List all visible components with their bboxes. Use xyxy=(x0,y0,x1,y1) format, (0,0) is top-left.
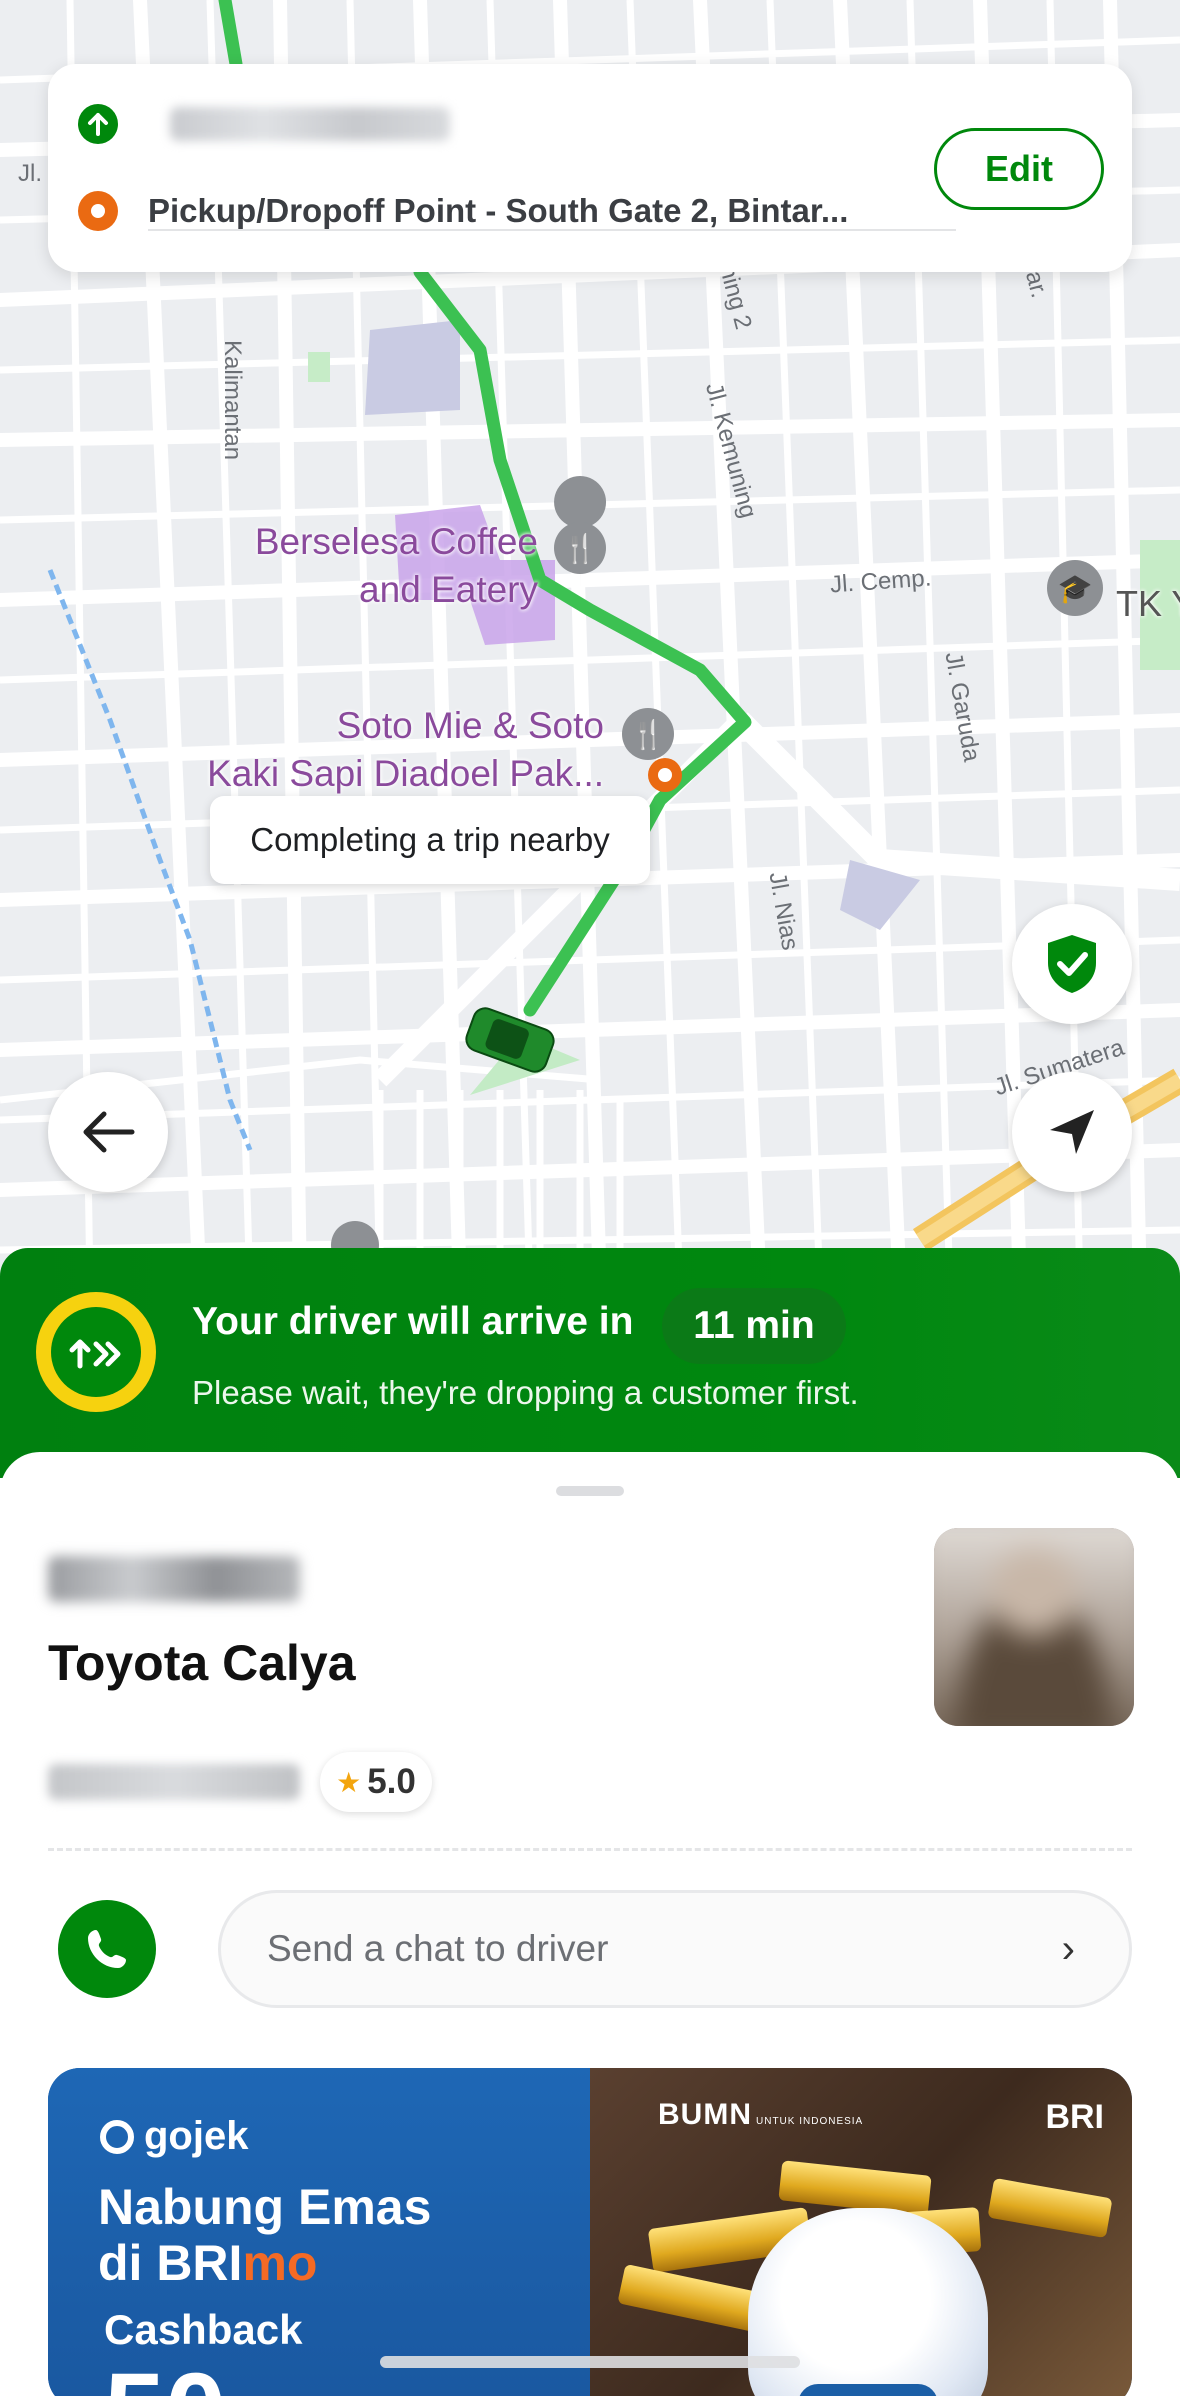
driver-rating-badge: ★ 5.0 xyxy=(320,1752,432,1812)
restaurant-pin-icon: 🍴 xyxy=(622,708,674,760)
gojek-ring-icon xyxy=(100,2119,134,2154)
street-label: Kalimantan xyxy=(219,340,246,461)
dropoff-dot-icon xyxy=(78,191,118,231)
arrow-up-icon xyxy=(78,104,118,144)
pickup-address-blurred xyxy=(170,107,450,141)
chevron-right-icon: › xyxy=(1061,1927,1075,1971)
call-driver-button[interactable] xyxy=(58,1900,156,1998)
school-pin-icon: 🎓 xyxy=(1047,560,1103,616)
trip-status-tooltip: Completing a trip nearby xyxy=(210,796,650,884)
gojek-logo-icon xyxy=(36,1292,156,1412)
back-button[interactable] xyxy=(48,1072,168,1192)
eta-title: Your driver will arrive in xyxy=(192,1300,634,1343)
eta-subtitle: Please wait, they're dropping a customer… xyxy=(192,1374,859,1411)
chat-placeholder: Send a chat to driver xyxy=(267,1928,609,1969)
poi-label-school[interactable]: TK Y xyxy=(1116,580,1180,628)
gojek-brand: gojek xyxy=(100,2114,248,2159)
shield-check-icon xyxy=(1048,935,1096,993)
trip-address-card: Pickup/Dropoff Point - South Gate 2, Bin… xyxy=(48,64,1132,272)
street-label: Jl. xyxy=(18,160,42,187)
driver-avatar[interactable] xyxy=(934,1528,1134,1726)
eta-badge: 11 min xyxy=(662,1288,846,1364)
rating-value: 5.0 xyxy=(367,1762,416,1801)
bumn-logo: BUMN UNTUK INDONESIA xyxy=(658,2098,864,2131)
promo-banner[interactable]: gojek Nabung Emas di BRImo Cashback 50 B… xyxy=(48,2068,1132,2396)
driver-name-blurred xyxy=(48,1764,300,1800)
poi-label-soto[interactable]: Soto Mie & Soto Kaki Sapi Diadoel Pak... xyxy=(207,702,604,798)
poi-label-coffee[interactable]: Berselesa Coffee and Eatery xyxy=(255,518,538,614)
home-indicator[interactable] xyxy=(380,2356,800,2368)
arrow-left-icon xyxy=(83,1111,135,1153)
promo-cashback-amount: 50 xyxy=(104,2358,226,2396)
safety-button[interactable] xyxy=(1012,904,1132,1024)
recenter-button[interactable] xyxy=(1012,1072,1132,1192)
pickup-row[interactable] xyxy=(78,104,450,144)
svg-text:🍴: 🍴 xyxy=(631,718,666,751)
star-icon: ★ xyxy=(336,1766,362,1798)
car-model: Toyota Calya xyxy=(48,1635,356,1691)
svg-text:🎓: 🎓 xyxy=(1058,572,1093,605)
chat-driver-input[interactable]: Send a chat to driver › xyxy=(218,1890,1132,2008)
navigation-arrow-icon xyxy=(1050,1110,1094,1154)
dropoff-address: Pickup/Dropoff Point - South Gate 2, Bin… xyxy=(148,192,849,229)
driver-bottom-sheet[interactable]: Toyota Calya ★ 5.0 Send a chat to driver… xyxy=(0,1452,1180,2396)
dropoff-row[interactable]: Pickup/Dropoff Point - South Gate 2, Bin… xyxy=(78,191,848,231)
license-plate-blurred xyxy=(48,1556,300,1602)
promo-title-line2: di BRImo xyxy=(98,2235,318,2291)
phone-icon xyxy=(88,1930,126,1968)
bri-logo: BRI xyxy=(1045,2098,1104,2136)
map-view[interactable]: 🍴 🍴 🎓 Jl. Kalimantan Jl. Kemuning ning 2… xyxy=(0,0,1180,1290)
driver-eta-banner: Your driver will arrive in 11 min Please… xyxy=(0,1248,1180,1478)
promo-title-line1: Nabung Emas xyxy=(98,2179,432,2235)
edit-button[interactable]: Edit xyxy=(934,128,1104,210)
section-divider xyxy=(48,1848,1132,1851)
svg-text:🍴: 🍴 xyxy=(563,532,598,565)
promo-cashback-label: Cashback xyxy=(104,2306,303,2353)
sheet-drag-handle[interactable] xyxy=(556,1486,624,1496)
